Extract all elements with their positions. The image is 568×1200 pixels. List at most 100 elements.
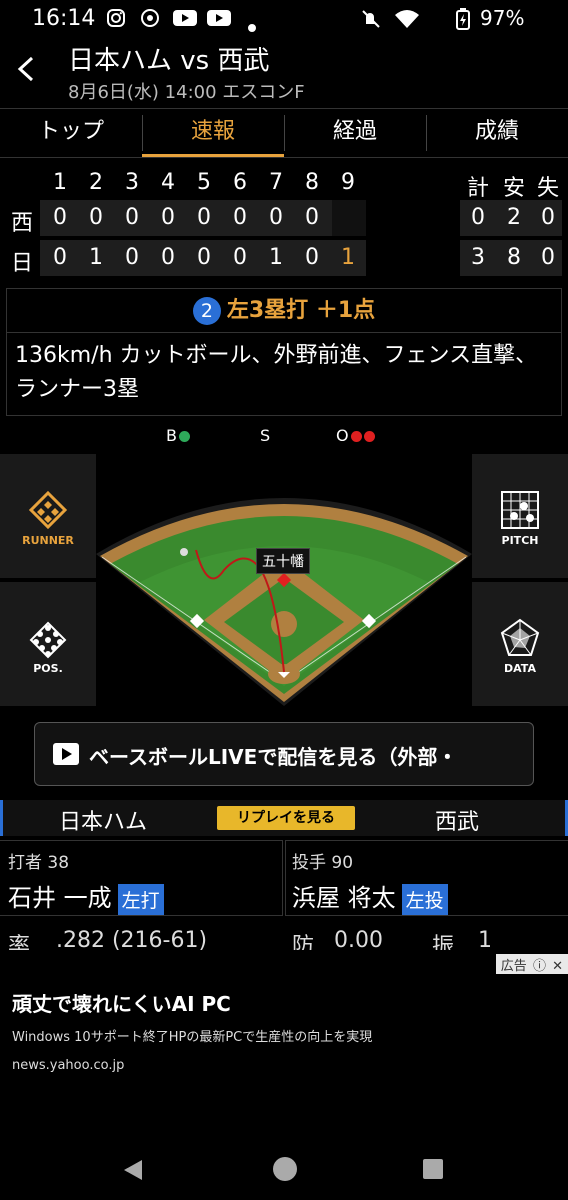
batter-name: 石井 一成 <box>8 884 112 912</box>
field-view: RUNNER POS. PITCH DATA 五十幡 <box>0 454 568 706</box>
play-description: 136km/h カットボール、外野前進、フェンス直撃、ランナー3塁 <box>15 343 538 402</box>
balls-label: B <box>166 426 177 445</box>
team-abbr-away: 西 <box>10 211 33 236</box>
ad-info-icon[interactable]: ⓘ <box>533 959 546 974</box>
scoreboard: 1 2 3 4 5 6 7 8 9 計 安 失 西 0 0 0 0 0 0 0 … <box>0 160 568 280</box>
batter-name-line: 石井 一成 左打 <box>8 878 164 915</box>
ad-tag[interactable]: 広告 ⓘ ✕ <box>495 954 568 974</box>
inning-score: 0 <box>53 245 67 270</box>
totals-header-errors: 失 <box>536 176 559 201</box>
inning-header: 9 <box>341 170 355 195</box>
inning-score: 0 <box>305 205 319 230</box>
tab-top[interactable]: トップ <box>0 109 142 157</box>
total-hits: 2 <box>507 205 521 230</box>
nav-recents-icon[interactable] <box>422 1158 444 1180</box>
play-result: 左3塁打 ＋1点 <box>226 298 376 323</box>
inning-header: 4 <box>161 170 175 195</box>
inning-header: 5 <box>197 170 211 195</box>
positions-button-label: POS. <box>33 662 63 675</box>
status-time: 16:14 <box>32 6 96 31</box>
positions-button[interactable]: POS. <box>0 582 96 706</box>
nav-home-icon[interactable] <box>272 1156 298 1182</box>
outs-label: O <box>336 426 349 445</box>
pitcher-k-value: 1 <box>478 928 492 950</box>
stats-row: 率 .282 (216-61) 防 0.00 振 1 <box>0 920 568 950</box>
away-team-name: 西武 <box>435 810 480 835</box>
play-header: 2 左3塁打 ＋1点 <box>7 289 561 333</box>
batter-avg-label: 率 <box>8 934 31 950</box>
wifi-icon <box>394 8 420 34</box>
teams-bar: 日本ハム リプレイを見る 西武 <box>0 800 568 836</box>
out-dot <box>363 431 375 442</box>
pitcher-hand-badge: 左投 <box>401 883 448 915</box>
ad-url: news.yahoo.co.jp <box>12 1058 125 1073</box>
radar-chart-icon <box>500 618 540 656</box>
tab-stats[interactable]: 成績 <box>426 109 568 157</box>
inning-score-current: 1 <box>341 245 355 270</box>
positions-icon <box>29 621 67 659</box>
game-datetime: 8月6日(水) 14:00 エスコンF <box>68 82 305 103</box>
pitch-grid-icon <box>501 491 539 529</box>
data-button-label: DATA <box>504 662 536 675</box>
tab-bar: トップ 速報 経過 成績 <box>0 108 568 158</box>
pitcher-name: 浜屋 将太 <box>292 884 396 912</box>
baseball-field <box>96 498 472 706</box>
inning-header: 2 <box>89 170 103 195</box>
pitcher-k-label: 振 <box>432 934 455 950</box>
inning-score: 1 <box>269 245 283 270</box>
out-dot <box>350 431 362 442</box>
pitcher-label: 投手 90 <box>292 853 354 873</box>
replay-button[interactable]: リプレイを見る <box>217 806 355 830</box>
status-bar: 16:14 97% <box>0 0 568 40</box>
inning-score: 0 <box>161 205 175 230</box>
broadcast-icon <box>140 8 160 32</box>
total-runs: 0 <box>471 205 485 230</box>
inning-score: 0 <box>161 245 175 270</box>
ad-description: Windows 10サポート終了HPの最新PCで生産性の向上を実現 <box>12 1030 373 1045</box>
tab-progress[interactable]: 経過 <box>284 109 426 157</box>
youtube-icon <box>206 8 232 32</box>
ad-close-icon[interactable]: ✕ <box>552 959 563 974</box>
outs-indicator: O <box>336 426 375 445</box>
diamond-icon <box>28 490 68 530</box>
inning-score: 1 <box>89 245 103 270</box>
nav-back-icon[interactable] <box>122 1158 144 1182</box>
tab-live[interactable]: 速報 <box>142 109 284 157</box>
runner-name-tag: 五十幡 <box>256 548 310 574</box>
back-arrow-icon[interactable] <box>16 54 36 90</box>
inning-score: 0 <box>89 205 103 230</box>
inning-score: 0 <box>125 245 139 270</box>
pitch-button[interactable]: PITCH <box>472 454 568 578</box>
system-nav-bar <box>0 1130 568 1200</box>
inning-header: 3 <box>125 170 139 195</box>
pitcher-name-line: 浜屋 将太 左投 <box>292 878 448 915</box>
advertisement[interactable]: 広告 ⓘ ✕ 頑丈で壊れにくいAI PC Windows 10サポート終了HPの… <box>0 954 568 1104</box>
inning-score: 0 <box>197 245 211 270</box>
strikes-indicator: S <box>260 426 270 445</box>
inning-header: 6 <box>233 170 247 195</box>
live-stream-button[interactable]: ベースボールLIVEで配信を見る（外部・ <box>34 722 534 786</box>
play-video-icon <box>53 743 79 765</box>
page-title: 日本ハム vs 西武 <box>68 46 270 76</box>
mute-icon <box>360 8 382 34</box>
inning-score: 0 <box>233 245 247 270</box>
play-card: 2 左3塁打 ＋1点 136km/h カットボール、外野前進、フェンス直撃、ランナ… <box>6 288 562 416</box>
inning-score: 0 <box>269 205 283 230</box>
inning-score: 0 <box>233 205 247 230</box>
data-button[interactable]: DATA <box>472 582 568 706</box>
battery-icon <box>456 8 470 34</box>
ad-label: 広告 <box>500 959 527 974</box>
inning-score: 0 <box>305 245 319 270</box>
pitch-button-label: PITCH <box>501 534 539 547</box>
runner-button[interactable]: RUNNER <box>0 454 96 578</box>
inning-score: 0 <box>197 205 211 230</box>
ball-count: B S O <box>0 424 568 452</box>
ball-landing-marker <box>180 548 188 556</box>
scoreboard-empty-cell <box>332 200 366 236</box>
total-errors: 0 <box>541 245 555 270</box>
ad-title: 頑丈で壊れにくいAI PC <box>12 992 231 1016</box>
notification-dot-icon <box>248 14 256 36</box>
total-runs: 3 <box>471 245 485 270</box>
matchup-panel: 打者 38 石井 一成 左打 投手 90 浜屋 将太 左投 率 .282 (216-… <box>0 840 568 950</box>
total-errors: 0 <box>541 205 555 230</box>
